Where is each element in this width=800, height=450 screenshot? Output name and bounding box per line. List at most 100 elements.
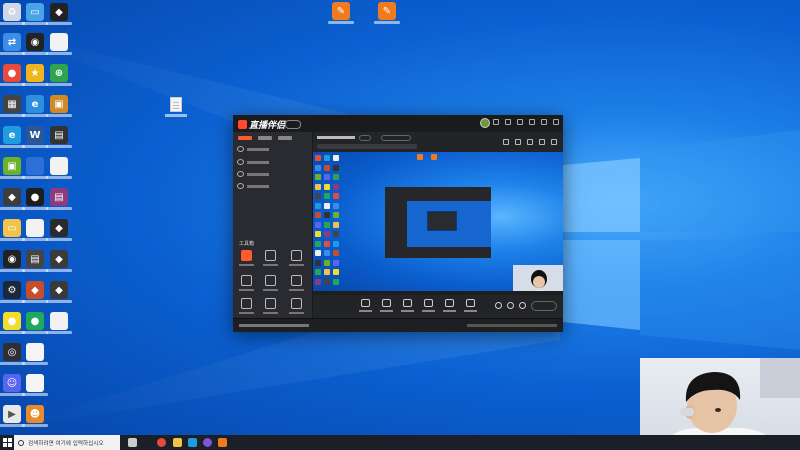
tool-icon[interactable] xyxy=(265,250,276,261)
toolbar-toggle-icon[interactable] xyxy=(519,302,526,309)
file-icon[interactable] xyxy=(46,157,72,179)
stream-preview[interactable] xyxy=(313,152,563,295)
tool-icon[interactable] xyxy=(265,298,276,309)
tool-icon[interactable] xyxy=(291,250,302,261)
app-titlebar[interactable]: 直播伴侣 xyxy=(233,115,563,132)
game-icon[interactable]: ◆ xyxy=(46,219,72,241)
qq-icon[interactable]: ● xyxy=(22,188,48,210)
toolbar-toggle-icon[interactable] xyxy=(495,302,502,309)
tool-icon[interactable] xyxy=(291,275,302,286)
share-icon[interactable] xyxy=(551,139,557,145)
file-icon[interactable] xyxy=(46,312,72,334)
map-icon[interactable]: ⊕ xyxy=(46,64,72,86)
tab-scene-2[interactable] xyxy=(258,136,272,140)
chrome-icon[interactable]: ● xyxy=(0,64,25,86)
game-icon[interactable]: ◆ xyxy=(46,250,72,272)
edge-icon[interactable]: e xyxy=(0,126,25,148)
toolbar-action-icon[interactable] xyxy=(361,299,370,307)
streaming-app-window[interactable]: 直播伴侣 工具箱 xyxy=(233,115,563,332)
game-icon[interactable]: ◆ xyxy=(0,188,25,210)
layout-icon[interactable] xyxy=(527,139,533,145)
bell-icon[interactable] xyxy=(539,139,545,145)
toolbar-action-icon[interactable] xyxy=(403,299,412,307)
app-grid-icon[interactable]: ▦ xyxy=(0,95,25,117)
obs-icon[interactable]: ◎ xyxy=(0,343,25,365)
streamer-app-icon[interactable]: ✎ xyxy=(374,2,400,24)
stream-settings-row[interactable] xyxy=(317,144,417,149)
toolbar-action-icon[interactable] xyxy=(382,299,391,307)
category-tag[interactable] xyxy=(359,135,371,141)
file-icon[interactable] xyxy=(22,374,48,396)
eye-icon[interactable] xyxy=(237,171,244,177)
kakao-icon[interactable]: ● xyxy=(0,312,25,334)
tab-scene-3[interactable] xyxy=(278,136,292,140)
tool-icon[interactable] xyxy=(291,298,302,309)
file-icon[interactable] xyxy=(22,219,48,241)
tool-icon[interactable] xyxy=(241,250,252,261)
tab-scene-active[interactable] xyxy=(238,136,252,140)
tool-icon[interactable] xyxy=(241,275,252,286)
network-icon[interactable]: ⇄ xyxy=(0,33,25,55)
windows-start-icon[interactable] xyxy=(3,438,12,447)
toolbar-action-icon[interactable] xyxy=(445,299,454,307)
word-icon[interactable]: W xyxy=(22,126,48,148)
app-icon[interactable]: ▣ xyxy=(46,95,72,117)
tool-icon[interactable] xyxy=(241,298,252,309)
app-icon[interactable]: ▤ xyxy=(46,126,72,148)
blank-icon[interactable] xyxy=(22,157,48,179)
camera-icon[interactable]: ◉ xyxy=(0,250,25,272)
chart-icon[interactable] xyxy=(515,139,521,145)
eye-icon[interactable] xyxy=(237,183,244,189)
source-item[interactable] xyxy=(237,183,269,189)
toolbar-action-icon[interactable] xyxy=(466,299,475,307)
start-live-button[interactable] xyxy=(531,301,557,311)
folder-icon[interactable]: ▭ xyxy=(0,219,25,241)
explorer-icon[interactable] xyxy=(173,438,182,447)
task-view-icon[interactable] xyxy=(128,438,137,447)
eye-icon[interactable] xyxy=(237,159,244,165)
computer-icon[interactable]: ▭ xyxy=(22,3,48,25)
game-icon[interactable]: ◆ xyxy=(22,281,48,303)
discord-icon[interactable]: ☺ xyxy=(0,374,25,396)
launcher-icon[interactable]: ★ xyxy=(22,64,48,86)
stream-title[interactable] xyxy=(317,136,355,139)
skin-icon[interactable] xyxy=(505,119,511,125)
media-icon[interactable]: ▶ xyxy=(0,405,25,427)
close-icon[interactable] xyxy=(553,119,559,125)
tool-icon[interactable] xyxy=(265,275,276,286)
source-item[interactable] xyxy=(237,159,269,165)
chrome-icon[interactable] xyxy=(157,438,166,447)
streamer-app-icon[interactable]: ✎ xyxy=(328,2,354,24)
taskbar-search-box[interactable]: 검색하려면 여기에 입력하십시오 xyxy=(14,435,120,450)
app-icon[interactable] xyxy=(203,438,212,447)
user-avatar[interactable] xyxy=(480,118,490,128)
person-icon[interactable]: ☻ xyxy=(22,405,48,427)
minimize-icon[interactable] xyxy=(529,119,535,125)
source-item[interactable] xyxy=(237,171,269,177)
gift-icon[interactable] xyxy=(503,139,509,145)
file-icon[interactable] xyxy=(46,33,72,55)
file-icon[interactable] xyxy=(22,343,48,365)
eye-icon[interactable] xyxy=(237,146,244,152)
toolbar-toggle-icon[interactable] xyxy=(507,302,514,309)
menu-icon[interactable] xyxy=(517,119,523,125)
winrar-icon[interactable]: ▤ xyxy=(46,188,72,210)
game-icon[interactable]: ◆ xyxy=(46,281,72,303)
edge-icon[interactable] xyxy=(188,438,197,447)
source-item[interactable] xyxy=(237,146,269,152)
streamer-app-icon[interactable] xyxy=(218,438,227,447)
steam-icon[interactable]: ⚙ xyxy=(0,281,25,303)
version-badge[interactable] xyxy=(285,120,301,129)
recycle-bin-icon[interactable]: ♻ xyxy=(0,3,25,25)
topic-tag[interactable] xyxy=(381,135,411,141)
toolbar-action-icon[interactable] xyxy=(424,299,433,307)
disc-icon[interactable]: ◉ xyxy=(22,33,48,55)
tool-icon[interactable]: ▤ xyxy=(22,250,48,272)
desktop-file-icon[interactable] xyxy=(170,97,182,112)
game-icon[interactable]: ◆ xyxy=(46,3,72,25)
nvidia-icon[interactable]: ▣ xyxy=(0,157,25,179)
settings-icon[interactable] xyxy=(493,119,499,125)
ie-icon[interactable]: e xyxy=(22,95,48,117)
maximize-icon[interactable] xyxy=(541,119,547,125)
chat-icon[interactable]: ● xyxy=(22,312,48,334)
